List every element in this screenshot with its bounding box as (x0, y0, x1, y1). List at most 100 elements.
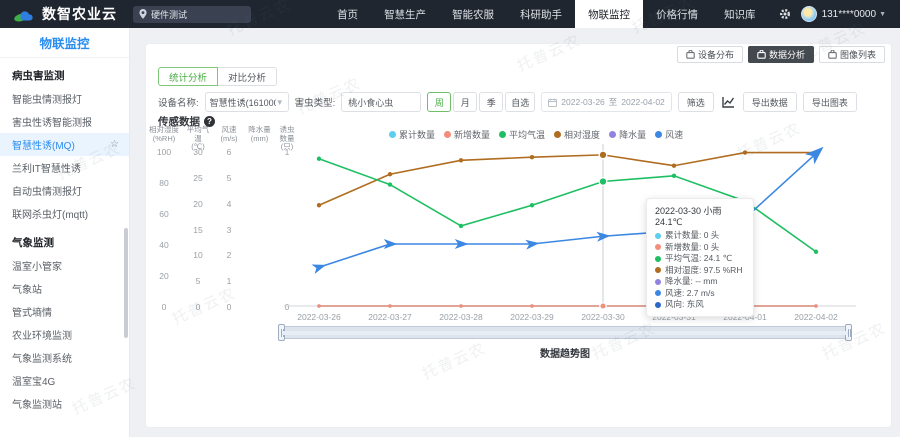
point-marker (317, 203, 321, 207)
y-axis-tick: 15 (184, 225, 212, 235)
nav-item-iot-monitoring[interactable]: 物联监控 (575, 0, 643, 28)
period-button[interactable]: 月 (453, 92, 477, 112)
date-start: 2022-03-26 (561, 97, 604, 107)
y-axis-tick: 20 (184, 199, 212, 209)
sidebar-item[interactable]: 气象监测站 (0, 392, 129, 415)
sidebar-item[interactable]: 害虫性诱智能测报 (0, 110, 129, 133)
y-axis-3: 降水量(mm) (246, 126, 273, 143)
tab-comparative-analysis[interactable]: 对比分析 (218, 67, 277, 86)
view-button-label: 数据分析 (769, 48, 805, 61)
y-axis-tick: 40 (148, 240, 180, 250)
trend-chart-toggle[interactable] (720, 94, 737, 111)
tooltip-dot (655, 233, 661, 239)
image-list-button[interactable]: 图像列表 (819, 46, 885, 63)
tooltip-row: 累计数量: 0 头 (655, 230, 745, 242)
legend-dot (444, 131, 451, 138)
filter-button[interactable]: 筛选 (678, 92, 714, 112)
point-marker (388, 182, 392, 186)
sidebar-item[interactable]: 自动虫情测报灯 (0, 179, 129, 202)
point-marker (672, 174, 676, 178)
x-axis-label: 2022-03-28 (439, 312, 483, 322)
point-marker (317, 157, 321, 161)
sidebar-item[interactable]: 气象监测系统 (0, 346, 129, 369)
point-marker (459, 158, 463, 162)
sidebar-item[interactable]: 温室宝4G (0, 369, 129, 392)
y-axis-tick: 2 (216, 250, 242, 260)
y-axis-tick: 5 (216, 173, 242, 183)
y-axis-tick: 30 (184, 147, 212, 157)
avatar[interactable] (801, 6, 817, 22)
settings-button[interactable] (769, 8, 801, 20)
datazoom-left-handle[interactable] (278, 324, 285, 341)
point-marker (530, 155, 534, 159)
y-axis-tick: 1 (216, 276, 242, 286)
chart-canvas[interactable]: 2022-03-262022-03-272022-03-282022-03-29… (276, 144, 886, 326)
sidebar-item[interactable]: 智能虫情测报灯 (0, 87, 129, 110)
export-chart-button[interactable]: 导出图表 (803, 92, 857, 112)
y-axis-tick: 0 (216, 302, 242, 312)
sidebar-item[interactable]: 管式墒情 (0, 300, 129, 323)
period-button[interactable]: 季 (479, 92, 503, 112)
legend-label: 新增数量 (454, 128, 490, 141)
point-marker (814, 304, 818, 308)
brand: 数智农业云 (0, 4, 127, 24)
nav-item-smart-service[interactable]: 智能农服 (439, 0, 507, 28)
datazoom-right-handle[interactable] (845, 324, 852, 341)
chart-plot-area[interactable]: 2022-03-262022-03-272022-03-282022-03-29… (276, 144, 886, 326)
point-marker (459, 304, 463, 308)
date-range-picker[interactable]: 2022-03-26 至 2022-04-02 (541, 92, 671, 112)
sidebar-item[interactable]: 联网杀虫灯(mqtt) (0, 202, 129, 225)
sidebar-item[interactable]: 农业环境监测 (0, 323, 129, 346)
x-axis-label: 2022-03-30 (581, 312, 625, 322)
data-analysis-button[interactable]: 数据分析 (748, 46, 814, 63)
view-switcher: 设备分布 数据分析 图像列表 (677, 46, 885, 63)
sidebar-item[interactable]: 气象站 (0, 277, 129, 300)
datazoom-slider[interactable] (281, 326, 849, 339)
tooltip-text: 平均气温: 24.1 ℃ (665, 253, 732, 265)
tooltip-row: 平均气温: 24.1 ℃ (655, 253, 745, 265)
y-axis-tick: 80 (148, 178, 180, 188)
y-axis-tick: 6 (216, 147, 242, 157)
period-button[interactable]: 周 (427, 92, 451, 112)
tooltip-dot (655, 256, 661, 262)
legend-item[interactable]: 风速 (655, 128, 683, 141)
legend-item[interactable]: 累计数量 (389, 128, 435, 141)
device-select[interactable]: 智慧性诱(16100013 ▼ (205, 92, 289, 112)
user-phone: 131****0000 (822, 9, 877, 20)
legend-dot (609, 131, 616, 138)
user-menu[interactable]: 131****0000 ▼ (822, 9, 900, 20)
wind-arrow-marker (312, 260, 328, 274)
export-data-button[interactable]: 导出数据 (743, 92, 797, 112)
nav-item-home[interactable]: 首页 (324, 0, 371, 28)
legend-item[interactable]: 平均气温 (499, 128, 545, 141)
tooltip-row: 风向: 东风 (655, 299, 745, 311)
line-chart-icon (722, 96, 735, 108)
legend-item[interactable]: 相对湿度 (554, 128, 600, 141)
sidebar-scrollbar[interactable] (124, 228, 128, 338)
tooltip-text: 风向: 东风 (665, 299, 704, 311)
point-marker (814, 250, 818, 254)
nav-item-price-market[interactable]: 价格行情 (643, 0, 711, 28)
sidebar-item[interactable]: 兰利IT智慧性诱 (0, 156, 129, 179)
nav-item-smart-production[interactable]: 智慧生产 (371, 0, 439, 28)
location-selector[interactable]: 硬件测试 (133, 6, 251, 23)
sidebar-item[interactable]: 温室小管家 (0, 254, 129, 277)
nav-item-research-assistant[interactable]: 科研助手 (507, 0, 575, 28)
legend-item[interactable]: 新增数量 (444, 128, 490, 141)
image-list-icon (828, 50, 837, 59)
star-icon[interactable]: ☆ (110, 139, 119, 150)
nav-item-knowledge-base[interactable]: 知识库 (711, 0, 769, 28)
sidebar-item[interactable]: 智慧性诱(MQ)☆ (0, 133, 129, 156)
legend-dot (389, 131, 396, 138)
highlight-marker (600, 303, 606, 309)
tooltip-dot (655, 244, 661, 250)
device-distribution-icon (686, 50, 695, 59)
tab-statistical-analysis[interactable]: 统计分析 (158, 67, 218, 86)
tooltip-text: 相对湿度: 97.5 %RH (665, 265, 742, 277)
pest-type-input[interactable]: 桃小食心虫 (341, 92, 421, 112)
tooltip-dot (655, 302, 661, 308)
device-distribution-button[interactable]: 设备分布 (677, 46, 743, 63)
tooltip-text: 降水量: -- mm (665, 276, 717, 288)
legend-item[interactable]: 降水量 (609, 128, 646, 141)
period-button[interactable]: 自选 (505, 92, 535, 112)
